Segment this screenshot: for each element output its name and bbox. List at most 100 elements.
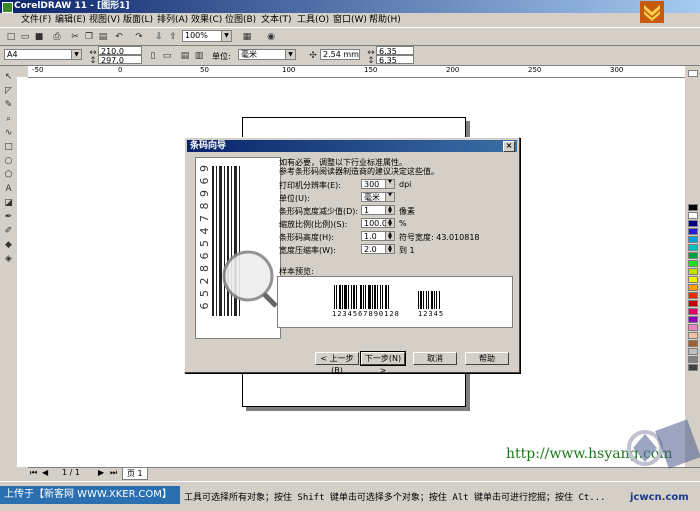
back-button[interactable]: < 上一步(B): [315, 352, 359, 375]
color-swatch[interactable]: [688, 364, 698, 371]
cancel-button[interactable]: 取消: [413, 352, 457, 365]
rectangle-tool-icon[interactable]: □: [3, 142, 14, 153]
units-select[interactable]: 毫米 ▼: [238, 49, 296, 60]
color-swatch[interactable]: [688, 340, 698, 347]
dialog-units-select[interactable]: 毫米 ▼: [361, 192, 395, 202]
interactive-tool-icon[interactable]: ◪: [3, 198, 14, 209]
printer-resolution-select[interactable]: 300 ▼: [361, 179, 395, 189]
paper-width-input[interactable]: 210.0 mm: [98, 46, 142, 65]
shape-tool-icon[interactable]: ◸: [3, 86, 14, 97]
menu-view[interactable]: 视图(V): [86, 14, 123, 26]
spinner-icon[interactable]: ▲ ▼: [385, 232, 394, 241]
color-swatch[interactable]: [688, 244, 698, 251]
paste-icon[interactable]: ▤: [96, 30, 110, 44]
next-page-icon[interactable]: ▶: [98, 468, 104, 477]
paper-size-select[interactable]: A4 ▼: [4, 49, 82, 60]
spinner-icon[interactable]: ▲ ▼: [385, 206, 394, 215]
color-swatch[interactable]: [688, 212, 698, 219]
paper-height-input[interactable]: 297.0 mm: [98, 55, 142, 74]
menu-text[interactable]: 文本(T): [258, 14, 295, 26]
page-tab[interactable]: 页 1: [122, 467, 148, 480]
corel-online-icon[interactable]: ◉: [264, 30, 278, 44]
bar-width-reduction-input[interactable]: 1 ▲ ▼: [361, 205, 395, 215]
zoom-combo[interactable]: 100% ▼: [182, 30, 232, 42]
color-swatch[interactable]: [688, 204, 698, 211]
color-swatch[interactable]: [688, 348, 698, 355]
prev-page-icon[interactable]: ◀: [42, 468, 48, 477]
menu-help[interactable]: 帮助(H): [366, 14, 404, 26]
color-swatch[interactable]: [688, 276, 698, 283]
spinner-icon[interactable]: ▲ ▼: [385, 219, 394, 228]
chevron-down-icon: ▼: [385, 193, 394, 201]
menu-arrange[interactable]: 排列(A): [154, 14, 191, 26]
next-button[interactable]: 下一步(N) >: [360, 351, 406, 375]
menu-window[interactable]: 窗口(W): [330, 14, 370, 26]
color-swatch[interactable]: [688, 292, 698, 299]
color-swatch[interactable]: [688, 268, 698, 275]
first-page-icon[interactable]: ⏮: [30, 468, 37, 478]
last-page-icon[interactable]: ⏭: [110, 468, 117, 478]
nudge-input[interactable]: 2.54 mm: [320, 49, 360, 60]
portrait-icon[interactable]: ▯: [146, 49, 160, 63]
paper-size-value: A4: [7, 50, 18, 59]
width-ratio-input[interactable]: 2.0 ▲ ▼: [361, 244, 395, 254]
print-icon[interactable]: ⎙: [50, 30, 64, 44]
scale-input[interactable]: 100.0 ▲ ▼: [361, 218, 395, 228]
color-swatch[interactable]: [688, 228, 698, 235]
bar-height-input[interactable]: 1.0 ▲ ▼: [361, 231, 395, 241]
duplicate-x-input[interactable]: 6.35 mm: [376, 46, 414, 65]
menu-effects[interactable]: 效果(C): [188, 14, 225, 26]
all-pages-icon[interactable]: ▤: [178, 49, 192, 63]
color-swatch[interactable]: [688, 332, 698, 339]
redo-icon[interactable]: ↷: [132, 30, 146, 44]
menu-file[interactable]: 文件(F): [18, 14, 54, 26]
ellipse-tool-icon[interactable]: ○: [3, 156, 14, 167]
app-launcher-icon[interactable]: ▦: [240, 30, 254, 44]
eyedropper-tool-icon[interactable]: ✒: [3, 212, 14, 223]
crop-tool-icon[interactable]: ✎: [3, 100, 14, 111]
menu-bitmaps[interactable]: 位图(B): [222, 14, 259, 26]
color-swatch[interactable]: [688, 356, 698, 363]
color-swatch[interactable]: [688, 300, 698, 307]
open-icon[interactable]: ▭: [18, 30, 32, 44]
polygon-tool-icon[interactable]: ⬠: [3, 170, 14, 181]
color-swatch[interactable]: [688, 220, 698, 227]
scale-unit: %: [399, 219, 407, 228]
color-swatch[interactable]: [688, 284, 698, 291]
color-swatch[interactable]: [688, 252, 698, 259]
close-icon[interactable]: ×: [503, 141, 515, 152]
save-icon[interactable]: ■: [32, 30, 46, 44]
text-tool-icon[interactable]: A: [3, 184, 14, 195]
barcode-bar: [420, 291, 422, 309]
zoom-tool-icon[interactable]: ⌕: [3, 114, 14, 125]
color-swatch[interactable]: [688, 324, 698, 331]
color-swatch[interactable]: [688, 260, 698, 267]
help-button[interactable]: 帮助: [465, 352, 509, 365]
export-icon[interactable]: ⇧: [166, 30, 180, 44]
duplicate-y-input[interactable]: 6.35 mm: [376, 55, 414, 74]
color-swatch[interactable]: [688, 316, 698, 323]
cut-icon[interactable]: ✂: [68, 30, 82, 44]
copy-icon[interactable]: ❐: [82, 30, 96, 44]
undo-icon[interactable]: ↶: [112, 30, 126, 44]
menu-layout[interactable]: 版面(L): [120, 14, 156, 26]
interactive-fill-icon[interactable]: ◈: [3, 254, 14, 265]
outline-tool-icon[interactable]: ✐: [3, 226, 14, 237]
status-hint: 工具可选择所有对象；按住 Shift 键单击可选择多个对象；按住 Alt 键单击…: [184, 493, 606, 503]
menu-edit[interactable]: 编辑(E): [52, 14, 89, 26]
current-page-icon[interactable]: ▥: [192, 49, 206, 63]
app-icon: [2, 2, 13, 13]
spinner-icon[interactable]: ▲ ▼: [385, 245, 394, 254]
landscape-icon[interactable]: ▭: [160, 49, 174, 63]
color-swatch[interactable]: [688, 308, 698, 315]
barcode-bar: [388, 285, 389, 309]
no-color-swatch[interactable]: [688, 70, 698, 77]
pick-tool-icon[interactable]: ↖: [3, 72, 14, 83]
freehand-tool-icon[interactable]: ∿: [3, 128, 14, 139]
barcode-bar: [426, 291, 427, 309]
menu-tools[interactable]: 工具(O): [294, 14, 332, 26]
color-swatch[interactable]: [688, 236, 698, 243]
new-icon[interactable]: □: [4, 30, 18, 44]
import-icon[interactable]: ⇩: [152, 30, 166, 44]
fill-tool-icon[interactable]: ◆: [3, 240, 14, 251]
